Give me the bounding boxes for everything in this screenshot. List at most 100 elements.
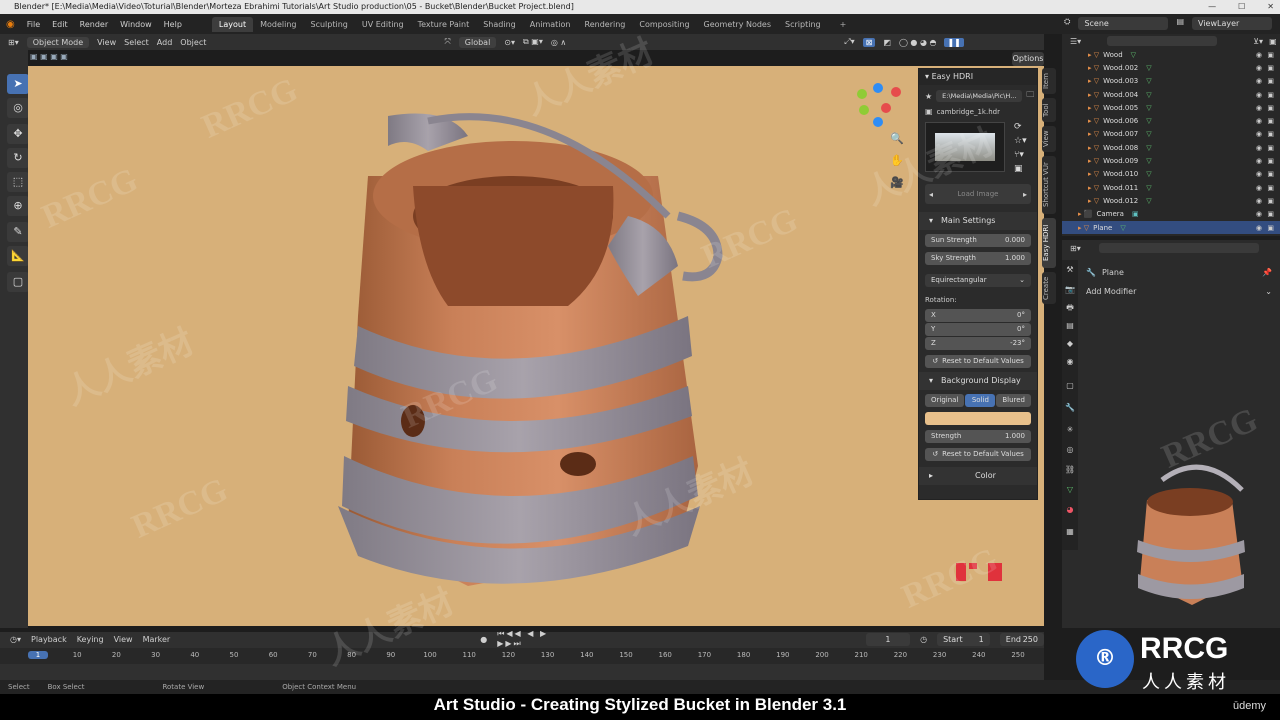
background-color-swatch[interactable]	[925, 412, 1031, 425]
eye-icon[interactable]: ◉	[1256, 91, 1262, 99]
camera-icon[interactable]: ▣	[1267, 104, 1274, 112]
strength-slider[interactable]: Strength 1.000	[925, 430, 1031, 443]
outliner-editor-icon[interactable]: ☰▾	[1070, 37, 1081, 46]
menu-file[interactable]: File	[27, 20, 40, 29]
add-modifier-dropdown[interactable]: Add Modifier ⌄	[1062, 284, 1280, 298]
outliner-search[interactable]	[1107, 36, 1218, 46]
scene-field[interactable]: Scene	[1078, 17, 1169, 30]
close-icon[interactable]: ✕	[1267, 0, 1274, 14]
camera-icon[interactable]: ▣	[1267, 170, 1274, 178]
object-mode-dropdown[interactable]: Object Mode	[26, 36, 90, 48]
outliner-row[interactable]: ▸ ▽ Wood.002 ▽ ◉ ▣	[1062, 61, 1280, 74]
tab-item[interactable]: Item	[1042, 68, 1056, 94]
properties-editor-icon[interactable]: ⊞▾	[1070, 244, 1081, 253]
next-hdri-icon[interactable]: ▸	[1023, 190, 1027, 199]
eye-icon[interactable]: ◉	[1256, 130, 1262, 138]
outliner-row[interactable]: ▸ ▽ Wood.007 ▽ ◉ ▣	[1062, 128, 1280, 141]
eye-icon[interactable]: ◉	[1256, 64, 1262, 72]
rotation-z-field[interactable]: Z -23°	[925, 337, 1031, 350]
outliner-row[interactable]: ▸ ▽ Wood.009 ▽ ◉ ▣	[1062, 154, 1280, 167]
select-mode-icons[interactable]: ▣ ▣ ▣ ▣	[30, 52, 90, 64]
scene-icon[interactable]: ⛭	[1064, 17, 1070, 30]
camera-icon[interactable]: ▣	[1267, 51, 1274, 59]
cursor-tool-icon[interactable]: ◎	[7, 98, 29, 118]
eye-icon[interactable]: ◉	[1256, 144, 1262, 152]
bg-mode-solid[interactable]: Solid	[965, 394, 996, 407]
pause-icon[interactable]: ❚❚	[944, 37, 964, 47]
pin-icon[interactable]: 📌	[1262, 268, 1272, 277]
tab-texture-paint[interactable]: Texture Paint	[411, 17, 477, 32]
camera-icon[interactable]: ▣	[1267, 91, 1274, 99]
view-layer-tab-icon[interactable]: ▤	[1064, 320, 1076, 332]
outliner-row-camera[interactable]: ▸ ⬛ Camera ▣ ◉ ▣	[1062, 208, 1280, 221]
sky-strength-slider[interactable]: Sky Strength 1.000	[925, 252, 1031, 265]
eye-icon[interactable]: ◉	[1256, 210, 1262, 218]
view-menu[interactable]: View	[97, 38, 116, 47]
bg-mode-blured[interactable]: Blured	[996, 394, 1031, 407]
data-tab-icon[interactable]: ▽	[1064, 484, 1076, 496]
start-frame-field[interactable]: Start 1	[937, 632, 990, 646]
tab-modeling[interactable]: Modeling	[253, 17, 303, 32]
marker-menu[interactable]: Marker	[143, 635, 171, 644]
projection-dropdown[interactable]: Equirectangular ⌄	[925, 274, 1031, 287]
load-image-button[interactable]: Load Image	[958, 190, 999, 198]
particles-tab-icon[interactable]: ✳	[1064, 424, 1076, 436]
maximize-icon[interactable]: ☐	[1238, 0, 1245, 14]
add-workspace-icon[interactable]: +	[840, 20, 847, 29]
background-display-header[interactable]: ▾ Background Display	[919, 372, 1037, 390]
keying-menu[interactable]: Keying	[77, 635, 104, 644]
menu-render[interactable]: Render	[80, 20, 108, 29]
outliner-row[interactable]: ▸ ▽ Wood.005 ▽ ◉ ▣	[1062, 101, 1280, 114]
camera-icon[interactable]: ▣	[1267, 197, 1274, 205]
outliner-row-plane[interactable]: ▸ ▽ Plane ▽ ◉ ▣	[1062, 220, 1280, 235]
camera-icon[interactable]: ▣	[1267, 77, 1274, 85]
reset-defaults-button-2[interactable]: ↺ Reset to Default Values	[925, 448, 1031, 461]
rotate-tool-icon[interactable]: ↻	[7, 148, 29, 168]
render-tab-icon[interactable]: 📷	[1064, 284, 1076, 296]
tool-tab-icon[interactable]: ⚒	[1064, 264, 1076, 276]
clock-icon[interactable]: ◷	[920, 635, 927, 644]
texture-tab-icon[interactable]: ▦	[1064, 526, 1076, 538]
minimize-icon[interactable]: —	[1208, 0, 1216, 14]
folder-icon[interactable]: 🗀	[1026, 89, 1034, 103]
current-frame-field[interactable]: 1	[865, 632, 911, 646]
eye-icon[interactable]: ◉	[1256, 51, 1262, 59]
frame-ruler[interactable]: 1 10 20 30 40 50 60 70 80 90 100 110 120 130 140 150 160…	[0, 648, 1044, 664]
eye-icon[interactable]: ◉	[1256, 197, 1262, 205]
camera-icon[interactable]: ▣	[1267, 210, 1274, 218]
tab-uv-editing[interactable]: UV Editing	[355, 17, 411, 32]
menu-edit[interactable]: Edit	[52, 20, 68, 29]
editor-type-icon[interactable]: ⊞▾	[8, 38, 19, 47]
camera-icon[interactable]: ▣	[1267, 224, 1274, 232]
timeline-editor-icon[interactable]: ◷▾	[10, 635, 21, 644]
eye-icon[interactable]: ◉	[1256, 170, 1262, 178]
orientation-icon[interactable]: ⤧	[444, 37, 450, 47]
material-tab-icon[interactable]: ◕	[1064, 504, 1076, 516]
options-dropdown[interactable]: Options	[1012, 52, 1044, 66]
tab-rendering[interactable]: Rendering	[578, 17, 633, 32]
blender-logo-icon[interactable]: ◉	[6, 19, 15, 30]
star-icon[interactable]: ★	[925, 92, 932, 101]
end-frame-field[interactable]: End 250	[999, 632, 1044, 646]
orientation-dropdown[interactable]: Global	[458, 36, 497, 48]
outliner-row[interactable]: ▸ ▽ Wood.004 ▽ ◉ ▣	[1062, 88, 1280, 101]
menu-window[interactable]: Window	[120, 20, 152, 29]
outliner-row[interactable]: ▸ ▽ Wood ▽ ◉ ▣	[1062, 48, 1280, 61]
outliner-row[interactable]: ▸ ▽ Wood.012 ▽ ◉ ▣	[1062, 194, 1280, 207]
xray-icon[interactable]: ◩	[883, 38, 891, 47]
nav-gizmo[interactable]	[857, 83, 901, 127]
camera-icon[interactable]: ▣	[1267, 144, 1274, 152]
measure-tool-icon[interactable]: 📐	[7, 246, 29, 266]
filter-icon[interactable]: ⊻▾	[1253, 37, 1263, 46]
camera-icon[interactable]: ▣	[1267, 157, 1274, 165]
transform-tool-icon[interactable]: ⊕	[7, 196, 29, 216]
annotate-tool-icon[interactable]: ✎	[7, 222, 29, 242]
camera-icon[interactable]: ▣	[1267, 184, 1274, 192]
physics-tab-icon[interactable]: ◎	[1064, 444, 1076, 456]
tab-shading[interactable]: Shading	[476, 17, 523, 32]
outliner-row[interactable]: ▸ ▽ Wood.011 ▽ ◉ ▣	[1062, 181, 1280, 194]
output-tab-icon[interactable]: 🖶	[1064, 302, 1076, 314]
tab-layout[interactable]: Layout	[211, 16, 254, 32]
menu-help[interactable]: Help	[164, 20, 182, 29]
hdri-path-field[interactable]: E:\Media\Media\Pic\H...	[936, 90, 1023, 102]
